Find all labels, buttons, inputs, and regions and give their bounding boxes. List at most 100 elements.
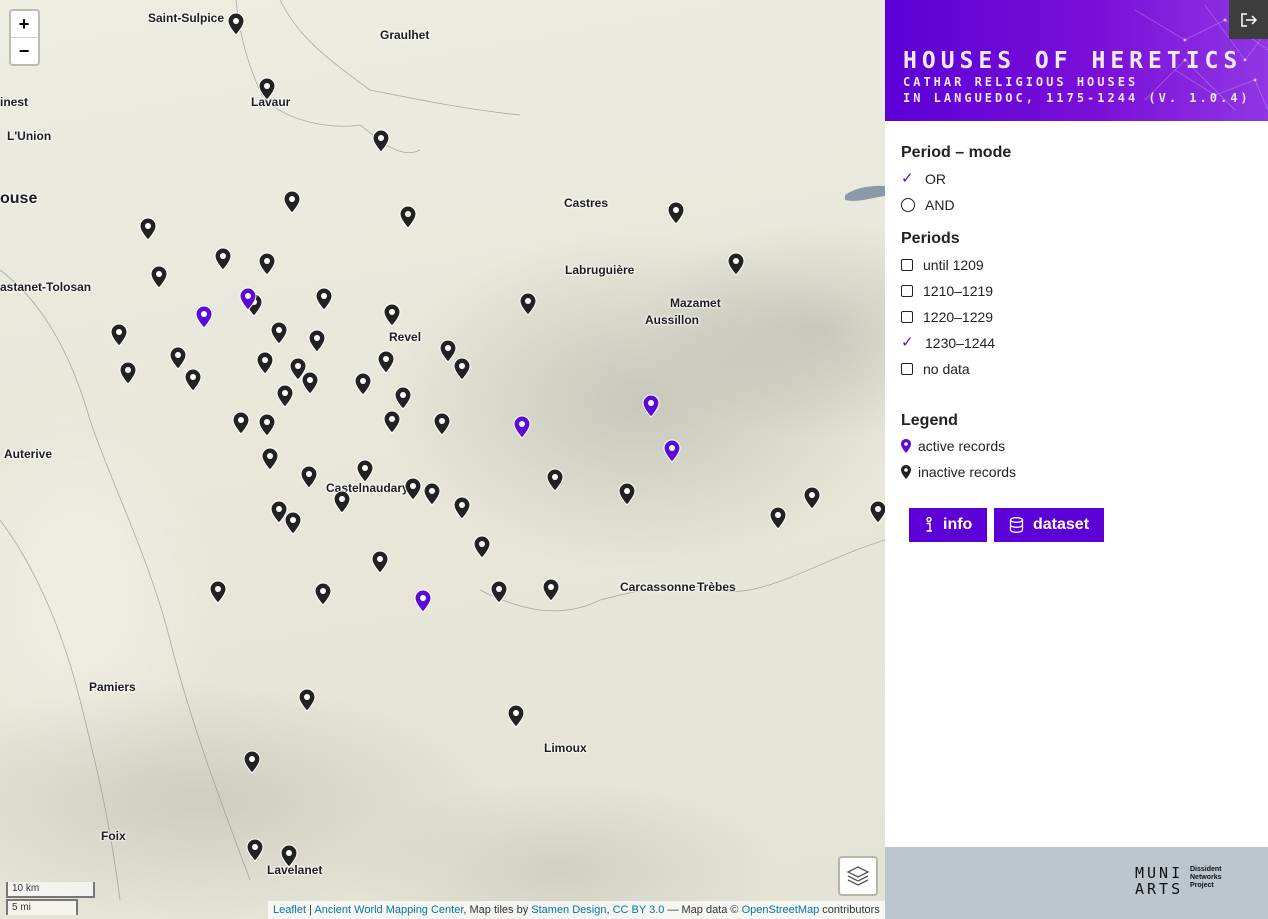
inactive-record-marker[interactable]: [473, 535, 491, 559]
period-option[interactable]: ✓ 1230–1244: [901, 335, 995, 351]
inactive-record-marker[interactable]: [314, 582, 332, 606]
inactive-record-marker[interactable]: [453, 357, 471, 381]
inactive-record-marker[interactable]: [383, 410, 401, 434]
period-option[interactable]: 1210–1219: [901, 283, 993, 299]
inactive-record-marker[interactable]: [243, 750, 261, 774]
inactive-record-marker[interactable]: [404, 477, 422, 501]
inactive-record-marker[interactable]: [300, 465, 318, 489]
inactive-record-marker[interactable]: [439, 339, 457, 363]
inactive-record-marker[interactable]: [184, 368, 202, 392]
leaflet-link[interactable]: Leaflet: [273, 904, 306, 916]
inactive-record-marker[interactable]: [258, 77, 276, 101]
inactive-record-marker[interactable]: [869, 500, 885, 524]
checkbox-icon: [901, 311, 913, 323]
cc-link[interactable]: CC BY 3.0: [613, 904, 665, 916]
checkbox-icon: [901, 285, 913, 297]
inactive-record-marker[interactable]: [276, 384, 294, 408]
inactive-record-marker[interactable]: [258, 413, 276, 437]
inactive-record-marker[interactable]: [258, 252, 276, 276]
inactive-record-marker[interactable]: [542, 578, 560, 602]
inactive-record-marker[interactable]: [803, 486, 821, 510]
inactive-record-marker[interactable]: [315, 287, 333, 311]
info-button-label: info: [943, 516, 973, 533]
inactive-record-marker[interactable]: [280, 844, 298, 868]
attribution-text: , Map tiles by: [463, 904, 532, 916]
scale-km: 10 km: [6, 882, 95, 898]
info-button[interactable]: info: [909, 508, 988, 542]
period-option[interactable]: until 1209: [901, 257, 984, 273]
period-label: 1230–1244: [925, 335, 996, 351]
logo-text: Networks: [1190, 874, 1222, 881]
inactive-record-marker[interactable]: [356, 459, 374, 483]
logo-text: MUNI: [1135, 864, 1184, 882]
inactive-record-marker[interactable]: [298, 688, 316, 712]
markers-layer: [110, 12, 885, 868]
inactive-record-marker[interactable]: [301, 371, 319, 395]
inactive-record-marker[interactable]: [169, 346, 187, 370]
attribution-text: contributors: [819, 904, 880, 916]
inactive-record-marker[interactable]: [150, 265, 168, 289]
inactive-record-marker[interactable]: [261, 447, 279, 471]
inactive-record-marker[interactable]: [354, 372, 372, 396]
mode-option-or[interactable]: ✓ OR: [901, 171, 946, 187]
inactive-record-marker[interactable]: [270, 321, 288, 345]
map[interactable]: Saint-Sulpice Graulhet Lavaur inest L'Un…: [0, 0, 885, 919]
inactive-record-marker[interactable]: [333, 490, 351, 514]
period-option[interactable]: no data: [901, 361, 970, 377]
active-record-marker[interactable]: [414, 589, 432, 613]
map-attribution: Leaflet | Ancient World Mapping Center, …: [268, 901, 885, 919]
period-label: until 1209: [923, 257, 984, 273]
inactive-record-marker[interactable]: [618, 482, 636, 506]
layers-button[interactable]: [838, 856, 878, 896]
inactive-record-marker[interactable]: [453, 496, 471, 520]
inactive-record-marker[interactable]: [139, 217, 157, 241]
dataset-button[interactable]: dataset: [994, 508, 1105, 542]
period-label: 1210–1219: [923, 283, 994, 299]
inactive-record-marker[interactable]: [399, 205, 417, 229]
inactive-record-marker[interactable]: [214, 247, 232, 271]
inactive-record-marker[interactable]: [769, 506, 787, 530]
inactive-record-marker[interactable]: [246, 838, 264, 862]
period-option[interactable]: 1220–1229: [901, 309, 993, 325]
inactive-record-marker[interactable]: [209, 580, 227, 604]
zoom-in-button[interactable]: +: [11, 11, 37, 37]
active-record-marker[interactable]: [195, 305, 213, 329]
checkbox-icon: [901, 363, 913, 375]
inactive-record-marker[interactable]: [394, 386, 412, 410]
inactive-record-marker[interactable]: [383, 303, 401, 327]
active-record-marker[interactable]: [642, 394, 660, 418]
inactive-record-marker[interactable]: [227, 12, 245, 36]
inactive-record-marker[interactable]: [308, 329, 326, 353]
project-logo: Dissident Networks Project: [1190, 866, 1222, 890]
muni-arts-logo: MUNI ARTS: [1135, 865, 1183, 897]
inactive-record-marker[interactable]: [119, 361, 137, 385]
inactive-record-marker[interactable]: [423, 482, 441, 506]
inactive-record-marker[interactable]: [377, 350, 395, 374]
collapse-panel-button[interactable]: [1229, 0, 1268, 39]
mode-heading: Period – mode: [901, 144, 1012, 161]
logo-text: Dissident: [1190, 866, 1222, 873]
inactive-record-marker[interactable]: [519, 292, 537, 316]
inactive-record-marker[interactable]: [283, 190, 301, 214]
inactive-record-marker[interactable]: [433, 412, 451, 436]
inactive-record-marker[interactable]: [667, 201, 685, 225]
inactive-record-marker[interactable]: [546, 468, 564, 492]
osm-link[interactable]: OpenStreetMap: [742, 904, 820, 916]
inactive-record-marker[interactable]: [371, 550, 389, 574]
inactive-record-marker[interactable]: [232, 411, 250, 435]
zoom-control: + −: [9, 9, 40, 66]
active-record-marker[interactable]: [513, 415, 531, 439]
app-subtitle: IN LANGUEDOC, 1175-1244 (V. 1.0.4): [903, 91, 1251, 105]
inactive-record-marker[interactable]: [256, 351, 274, 375]
inactive-record-marker[interactable]: [507, 704, 525, 728]
mode-option-and[interactable]: AND: [901, 197, 955, 213]
inactive-record-marker[interactable]: [372, 129, 390, 153]
inactive-record-marker[interactable]: [490, 580, 508, 604]
active-record-marker[interactable]: [663, 439, 681, 463]
zoom-out-button[interactable]: −: [11, 37, 37, 64]
inactive-record-marker[interactable]: [727, 252, 745, 276]
inactive-record-marker[interactable]: [110, 323, 128, 347]
inactive-record-marker[interactable]: [284, 511, 302, 535]
awmc-link[interactable]: Ancient World Mapping Center: [314, 904, 463, 916]
stamen-link[interactable]: Stamen Design: [531, 904, 606, 916]
